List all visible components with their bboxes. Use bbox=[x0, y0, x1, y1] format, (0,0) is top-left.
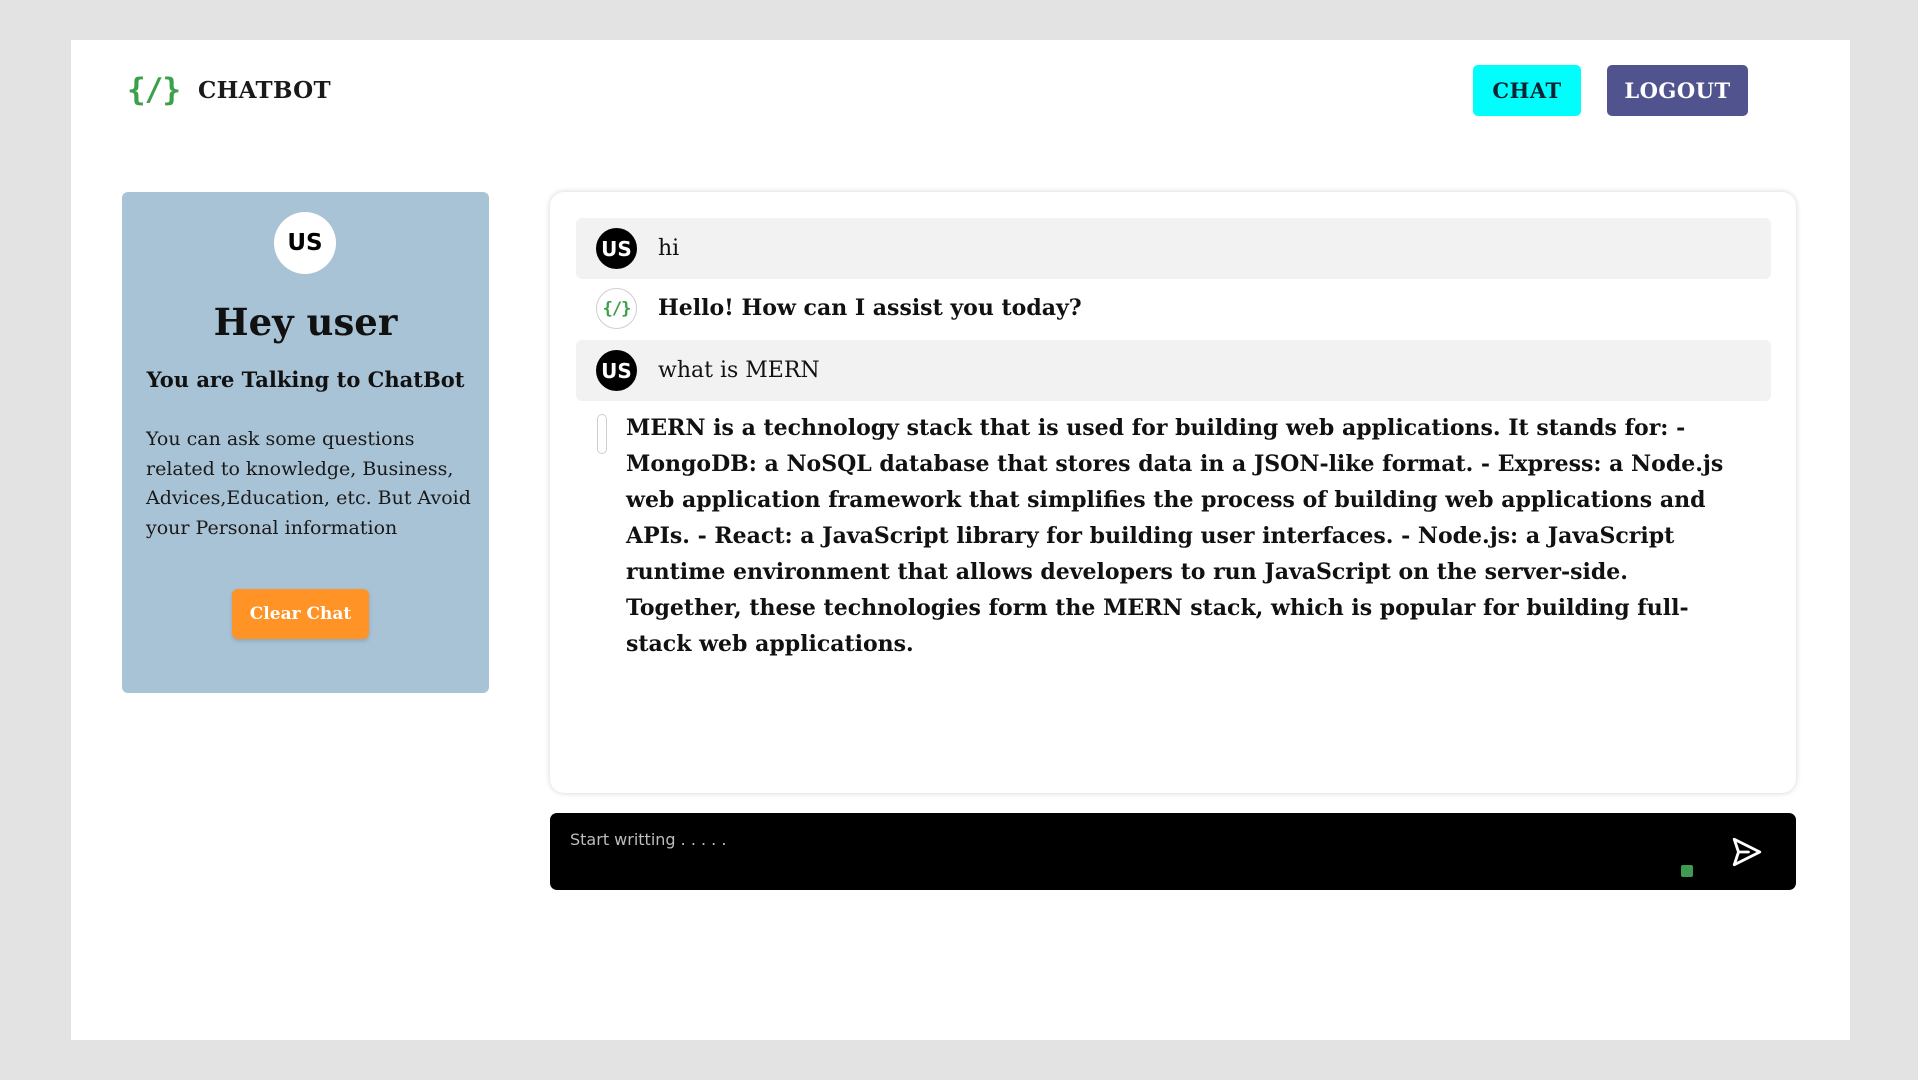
message-row-assistant: {/} Hello! How can I assist you today? bbox=[576, 288, 1771, 329]
bot-avatar-icon bbox=[597, 414, 607, 454]
user-avatar: US bbox=[274, 212, 336, 274]
chat-panel[interactable]: US hi {/} Hello! How can I assist you to… bbox=[550, 192, 1796, 793]
code-brackets-icon: {/} bbox=[127, 72, 181, 108]
clear-chat-button[interactable]: Clear Chat bbox=[232, 589, 369, 639]
logout-button[interactable]: LOGOUT bbox=[1607, 65, 1748, 116]
message-input-bar bbox=[550, 813, 1796, 890]
brand[interactable]: {/} CHATBOT bbox=[127, 72, 331, 108]
send-icon bbox=[1732, 837, 1762, 867]
message-text: hi bbox=[658, 236, 680, 261]
message-row-assistant: MERN is a technology stack that is used … bbox=[576, 410, 1771, 662]
message-text: Hello! How can I assist you today? bbox=[658, 295, 1082, 321]
sidebar-card: US Hey user You are Talking to ChatBot Y… bbox=[122, 192, 489, 693]
bot-avatar-icon: {/} bbox=[596, 288, 637, 329]
user-avatar-small: US bbox=[596, 228, 637, 269]
message-row-user: US hi bbox=[576, 218, 1771, 279]
user-avatar-small: US bbox=[596, 350, 637, 391]
sidebar-subtitle: You are Talking to ChatBot bbox=[146, 367, 465, 392]
send-button[interactable] bbox=[1728, 833, 1766, 871]
message-row-user: US what is MERN bbox=[576, 340, 1771, 401]
brand-name: CHATBOT bbox=[198, 76, 331, 104]
page-container: {/} CHATBOT CHAT LOGOUT US Hey user You … bbox=[71, 40, 1850, 1040]
message-input[interactable] bbox=[570, 825, 1620, 853]
status-dot-icon bbox=[1681, 865, 1693, 877]
message-text: what is MERN bbox=[658, 358, 820, 383]
sidebar-description: You can ask some questions related to kn… bbox=[146, 428, 471, 539]
chat-nav-button[interactable]: CHAT bbox=[1473, 65, 1581, 116]
message-text: MERN is a technology stack that is used … bbox=[626, 415, 1724, 657]
greeting-title: Hey user bbox=[213, 300, 398, 344]
